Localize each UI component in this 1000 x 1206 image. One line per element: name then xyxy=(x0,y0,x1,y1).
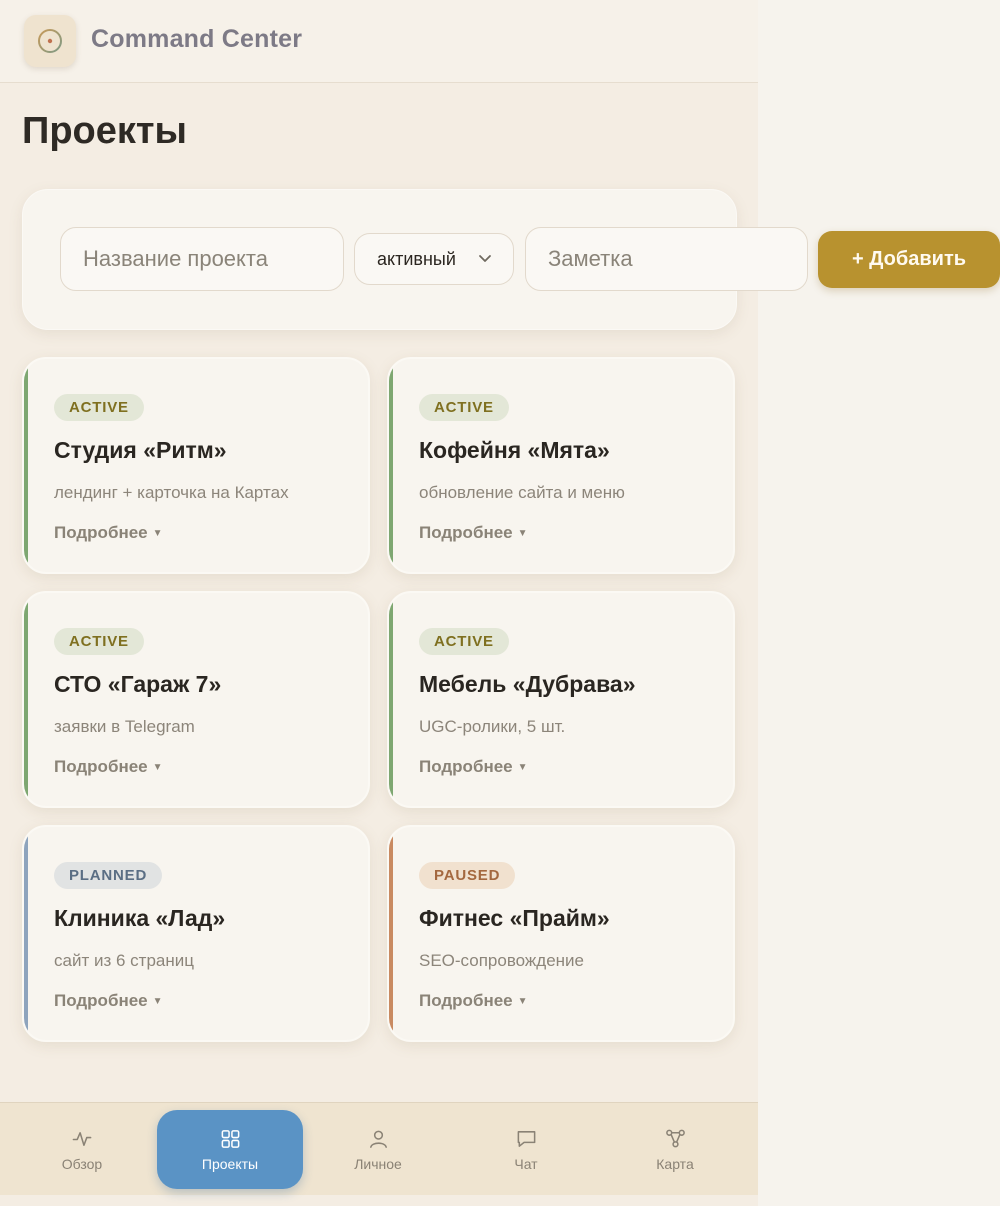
nav-item-2[interactable]: Личное xyxy=(305,1110,451,1189)
status-stripe xyxy=(389,827,393,1040)
app-title: Command Center xyxy=(91,25,303,53)
details-toggle[interactable]: Подробнее ▼ xyxy=(54,757,163,777)
project-title: Мебель «Дубрава» xyxy=(419,671,636,697)
details-label: Подробнее xyxy=(419,991,513,1010)
details-label: Подробнее xyxy=(54,523,148,542)
chevron-down-icon xyxy=(479,255,491,262)
status-stripe xyxy=(24,359,28,572)
status-badge: ACTIVE xyxy=(54,628,144,655)
project-card[interactable]: ACTIVE СТО «Гараж 7» заявки в Telegram Подр… xyxy=(22,591,370,808)
project-name-input[interactable] xyxy=(60,227,344,291)
bottom-nav: Обзор Проекты Личное Чат Карта xyxy=(0,1102,758,1195)
caret-down-icon: ▼ xyxy=(517,761,528,773)
project-note: сайт из 6 страниц xyxy=(54,951,194,970)
status-stripe xyxy=(389,593,393,806)
nav-label: Личное xyxy=(354,1155,402,1172)
project-card[interactable]: PLANNED Клиника «Лад» сайт из 6 страниц Под… xyxy=(22,825,370,1042)
pulse-icon xyxy=(72,1131,91,1146)
app-logo[interactable] xyxy=(24,15,76,67)
project-note: обновление сайта и меню xyxy=(419,483,625,502)
project-note: лендинг + карточка на Картах xyxy=(54,483,289,502)
nav-label: Карта xyxy=(656,1155,694,1172)
project-title: СТО «Гараж 7» xyxy=(54,671,222,697)
project-card[interactable]: ACTIVE Студия «Ритм» лендинг + карточка на… xyxy=(22,357,370,574)
details-toggle[interactable]: Подробнее ▼ xyxy=(419,757,528,777)
status-badge: PLANNED xyxy=(54,862,163,889)
project-note: SEO-сопровождение xyxy=(419,951,585,970)
caret-down-icon: ▼ xyxy=(152,761,163,773)
caret-down-icon: ▼ xyxy=(517,995,528,1007)
app-header: Command Center xyxy=(0,0,758,83)
project-title: Клиника «Лад» xyxy=(54,905,226,931)
project-title: Кофейня «Мята» xyxy=(419,437,610,463)
nav-item-0[interactable]: Обзор xyxy=(9,1110,155,1189)
status-stripe xyxy=(24,827,28,1040)
nav-label: Обзор xyxy=(61,1155,103,1172)
page-title: Проекты xyxy=(22,110,187,152)
project-card[interactable]: ACTIVE Мебель «Дубрава» UGC-ролики, 5 шт. П… xyxy=(387,591,735,808)
app-shell: Command Center Проекты активный ACTIVE Ст… xyxy=(0,0,808,1206)
status-badge: ACTIVE xyxy=(419,394,509,421)
nav-item-1[interactable]: Проекты xyxy=(157,1110,303,1189)
graph-icon xyxy=(665,1129,685,1147)
nav-item-3[interactable]: Чат xyxy=(453,1110,599,1189)
project-note: UGC-ролики, 5 шт. xyxy=(419,717,566,736)
status-badge: PAUSED xyxy=(419,862,516,889)
status-select[interactable]: активный xyxy=(354,233,514,285)
target-icon xyxy=(38,29,62,53)
details-label: Подробнее xyxy=(54,991,148,1010)
status-stripe xyxy=(24,593,28,806)
project-title: Студия «Ритм» xyxy=(54,437,227,463)
project-title: Фитнес «Прайм» xyxy=(419,905,610,931)
status-select-value: активный xyxy=(377,248,456,269)
project-note-input[interactable] xyxy=(525,227,808,291)
status-badge: ACTIVE xyxy=(54,394,144,421)
details-label: Подробнее xyxy=(419,523,513,542)
details-label: Подробнее xyxy=(419,757,513,776)
grid-icon xyxy=(221,1129,239,1148)
nav-label: Чат xyxy=(514,1155,538,1172)
details-toggle[interactable]: Подробнее ▼ xyxy=(419,523,528,543)
caret-down-icon: ▼ xyxy=(152,995,163,1007)
details-toggle[interactable]: Подробнее ▼ xyxy=(54,991,163,1011)
status-badge: ACTIVE xyxy=(419,628,509,655)
details-label: Подробнее xyxy=(54,757,148,776)
add-project-button[interactable]: + Добавить xyxy=(818,231,1000,288)
details-toggle[interactable]: Подробнее ▼ xyxy=(419,991,528,1011)
user-icon xyxy=(369,1130,387,1148)
caret-down-icon: ▼ xyxy=(152,527,163,539)
nav-label: Проекты xyxy=(201,1155,259,1172)
nav-item-4[interactable]: Карта xyxy=(602,1110,748,1189)
status-stripe xyxy=(389,359,393,572)
project-card[interactable]: ACTIVE Кофейня «Мята» обновление сайта и м… xyxy=(387,357,735,574)
details-toggle[interactable]: Подробнее ▼ xyxy=(54,523,163,543)
caret-down-icon: ▼ xyxy=(517,527,528,539)
project-card[interactable]: PAUSED Фитнес «Прайм» SEO-сопровождение Под… xyxy=(387,825,735,1042)
chat-icon xyxy=(517,1130,535,1147)
project-note: заявки в Telegram xyxy=(54,717,195,736)
